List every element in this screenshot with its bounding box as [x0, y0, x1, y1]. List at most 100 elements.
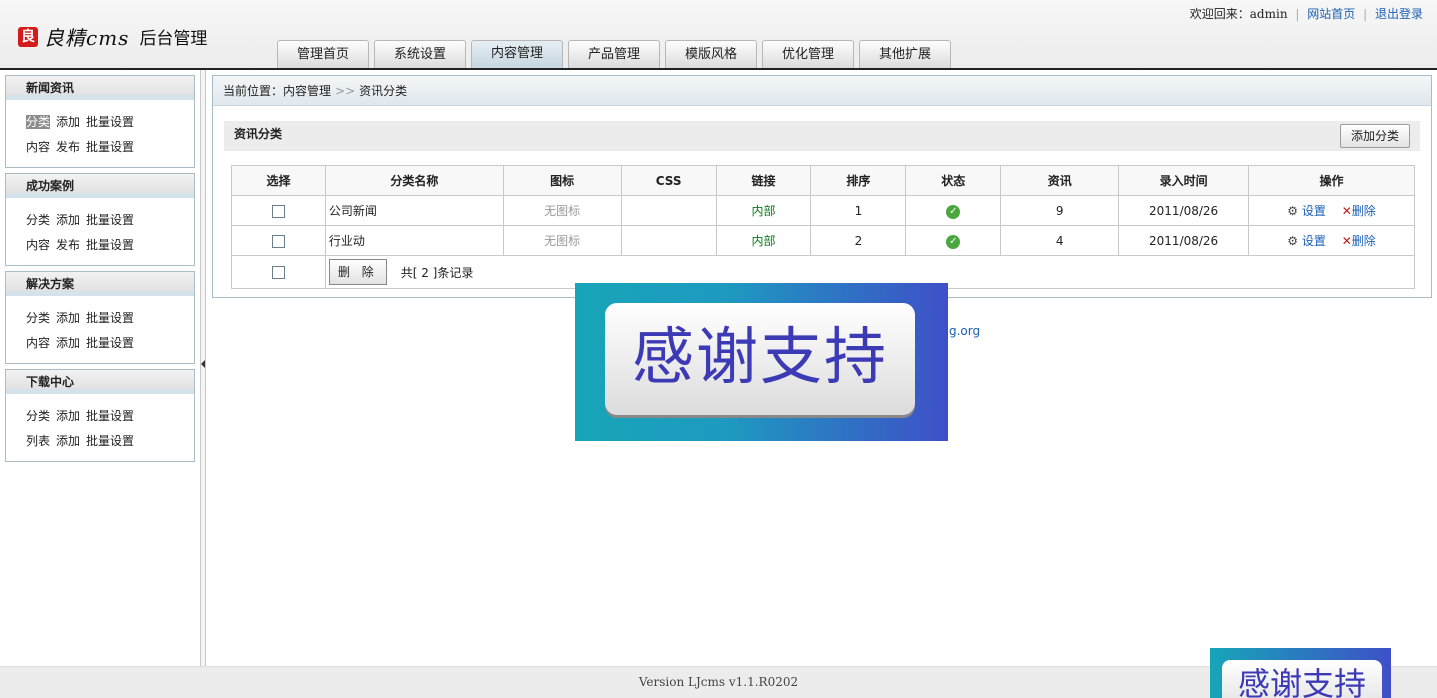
sidebar-link-category[interactable]: 分类: [26, 409, 50, 423]
sidebar-link-batch[interactable]: 批量设置: [86, 336, 134, 350]
check-circle-icon[interactable]: ✓: [946, 204, 961, 219]
top-header: 良 良精cms 后台管理 欢迎回来：admin | 网站首页 | 退出登录 管理…: [0, 0, 1437, 70]
delete-button[interactable]: ✕删除: [1342, 204, 1376, 218]
tab-other-extensions[interactable]: 其他扩展: [859, 40, 951, 68]
logo: 良 良精cms 后台管理: [18, 22, 207, 51]
sidebar-link-publish[interactable]: 发布: [56, 238, 80, 252]
table-row: 行业动 无图标 内部 2 ✓ 4 2011/08/26 ⚙ 设置 ✕删除: [231, 225, 1415, 256]
sidebar-link-category[interactable]: 分类: [26, 115, 51, 129]
col-header-actions: 操作: [1248, 165, 1415, 196]
banner-text: 感谢支持: [631, 320, 888, 393]
breadcrumb: 当前位置：内容管理 >> 资讯分类: [213, 76, 1431, 106]
top-links: 欢迎回来：admin | 网站首页 | 退出登录: [1190, 5, 1423, 22]
sidebar-link-add[interactable]: 添加: [56, 336, 80, 350]
category-order: 2: [810, 225, 907, 256]
category-name: 行业动: [324, 225, 504, 256]
sidebar-link-add[interactable]: 添加: [56, 115, 80, 129]
thanks-banner-image: 感谢支持: [575, 283, 948, 441]
check-circle-icon[interactable]: ✓: [946, 234, 961, 249]
sidebar-link-batch[interactable]: 批量设置: [86, 140, 134, 154]
col-header-name: 分类名称: [324, 165, 504, 196]
breadcrumb-page: 资讯分类: [359, 84, 408, 98]
category-table: 选择 分类名称 图标 CSS 链接 排序 状态 资讯 录入时间 操作 公司新闻 …: [231, 165, 1416, 289]
sidebar-link-add[interactable]: 添加: [56, 409, 80, 423]
add-category-button[interactable]: 添加分类: [1340, 124, 1410, 148]
sidebar-link-batch[interactable]: 批量设置: [86, 434, 134, 448]
sidebar-link-content[interactable]: 内容: [26, 336, 50, 350]
sidebar-splitter[interactable]: [200, 70, 206, 666]
category-name: 公司新闻: [324, 195, 504, 226]
category-css: [620, 225, 717, 256]
sidebar-link-batch[interactable]: 批量设置: [86, 238, 134, 252]
select-all-checkbox[interactable]: [271, 266, 285, 279]
category-icon-value: 无图标: [502, 225, 622, 256]
close-icon: ✕: [1341, 234, 1352, 248]
col-header-status: 状态: [905, 165, 1002, 196]
sidebar-group-title: 新闻资讯: [6, 76, 194, 100]
tab-admin-home[interactable]: 管理首页: [277, 40, 369, 68]
tab-content-management[interactable]: 内容管理: [471, 40, 563, 68]
sidebar-link-add[interactable]: 添加: [56, 213, 80, 227]
tab-system-settings[interactable]: 系统设置: [374, 40, 466, 68]
sidebar-group-downloads: 下载中心 分类 添加 批量设置 列表 添加 批量设置: [5, 369, 195, 462]
delete-button[interactable]: ✕删除: [1342, 234, 1376, 248]
sidebar-link-content[interactable]: 内容: [26, 140, 50, 154]
section-header: 资讯分类 添加分类: [224, 121, 1420, 151]
sidebar-group-title: 成功案例: [6, 174, 194, 198]
sidebar-link-publish[interactable]: 发布: [56, 140, 80, 154]
sidebar-group-title: 下载中心: [6, 370, 194, 394]
breadcrumb-section[interactable]: 内容管理: [283, 84, 331, 98]
breadcrumb-arrow-icon: >>: [335, 84, 356, 98]
category-count: 9: [1000, 195, 1120, 226]
category-css: [620, 195, 717, 226]
bulk-delete-button[interactable]: 删 除: [328, 259, 387, 285]
banner-text: 感谢支持: [1237, 665, 1366, 698]
category-date: 2011/08/26: [1118, 195, 1250, 226]
category-date: 2011/08/26: [1118, 225, 1250, 256]
sidebar-link-batch[interactable]: 批量设置: [86, 311, 134, 325]
logo-name: 良精cms: [44, 26, 130, 50]
category-order: 1: [810, 195, 907, 226]
banner-plate: 感谢支持: [1222, 660, 1382, 698]
table-header-row: 选择 分类名称 图标 CSS 链接 排序 状态 资讯 录入时间 操作: [231, 165, 1415, 196]
sidebar-link-add[interactable]: 添加: [56, 311, 80, 325]
category-count: 4: [1000, 225, 1120, 256]
table-row: 公司新闻 无图标 内部 1 ✓ 9 2011/08/26 ⚙ 设置 ✕删除: [231, 195, 1415, 226]
main-nav: 管理首页 系统设置 内容管理 产品管理 模版风格 优化管理 其他扩展: [277, 40, 956, 68]
category-icon-value: 无图标: [502, 195, 622, 226]
sidebar-link-batch[interactable]: 批量设置: [86, 409, 134, 423]
welcome-text: 欢迎回来：admin: [1189, 7, 1288, 21]
sidebar-link-add[interactable]: 添加: [56, 434, 80, 448]
divider: |: [1363, 7, 1368, 21]
breadcrumb-prefix: 当前位置：: [223, 84, 284, 98]
col-header-count: 资讯: [1000, 165, 1120, 196]
sidebar-link-content[interactable]: 内容: [26, 238, 50, 252]
record-total: 共[ 2 ]条记录: [400, 265, 474, 280]
logout-link[interactable]: 退出登录: [1375, 7, 1423, 21]
logo-mark-icon: 良: [18, 26, 38, 47]
sidebar-link-batch[interactable]: 批量设置: [86, 213, 134, 227]
row-checkbox[interactable]: [271, 234, 285, 248]
sidebar-group-title: 解决方案: [6, 272, 194, 296]
settings-button[interactable]: ⚙ 设置: [1287, 204, 1326, 218]
divider: |: [1295, 7, 1300, 21]
category-link: 内部: [715, 225, 812, 256]
category-link: 内部: [715, 195, 812, 226]
collapse-arrow-icon[interactable]: [201, 360, 205, 368]
settings-button[interactable]: ⚙ 设置: [1287, 234, 1326, 248]
sidebar-link-category[interactable]: 分类: [26, 311, 50, 325]
sidebar: 新闻资讯 分类 添加 批量设置 内容 发布 批量设置 成功案例 分类 添加 批量设置 内容发…: [5, 75, 195, 467]
sidebar-group-cases: 成功案例 分类 添加 批量设置 内容 发布 批量设置: [5, 173, 195, 266]
tab-template-style[interactable]: 模版风格: [665, 40, 757, 68]
row-checkbox[interactable]: [271, 204, 285, 218]
gear-icon: ⚙: [1287, 234, 1299, 248]
gear-icon: ⚙: [1287, 204, 1299, 218]
sidebar-link-list[interactable]: 列表: [26, 434, 50, 448]
sidebar-link-category[interactable]: 分类: [26, 213, 50, 227]
logo-subtitle: 后台管理: [139, 29, 208, 49]
tab-product-management[interactable]: 产品管理: [568, 40, 660, 68]
tab-seo-management[interactable]: 优化管理: [762, 40, 854, 68]
site-home-link[interactable]: 网站首页: [1307, 7, 1355, 21]
partial-link-text[interactable]: g.org: [949, 324, 980, 338]
sidebar-link-batch[interactable]: 批量设置: [86, 115, 134, 129]
